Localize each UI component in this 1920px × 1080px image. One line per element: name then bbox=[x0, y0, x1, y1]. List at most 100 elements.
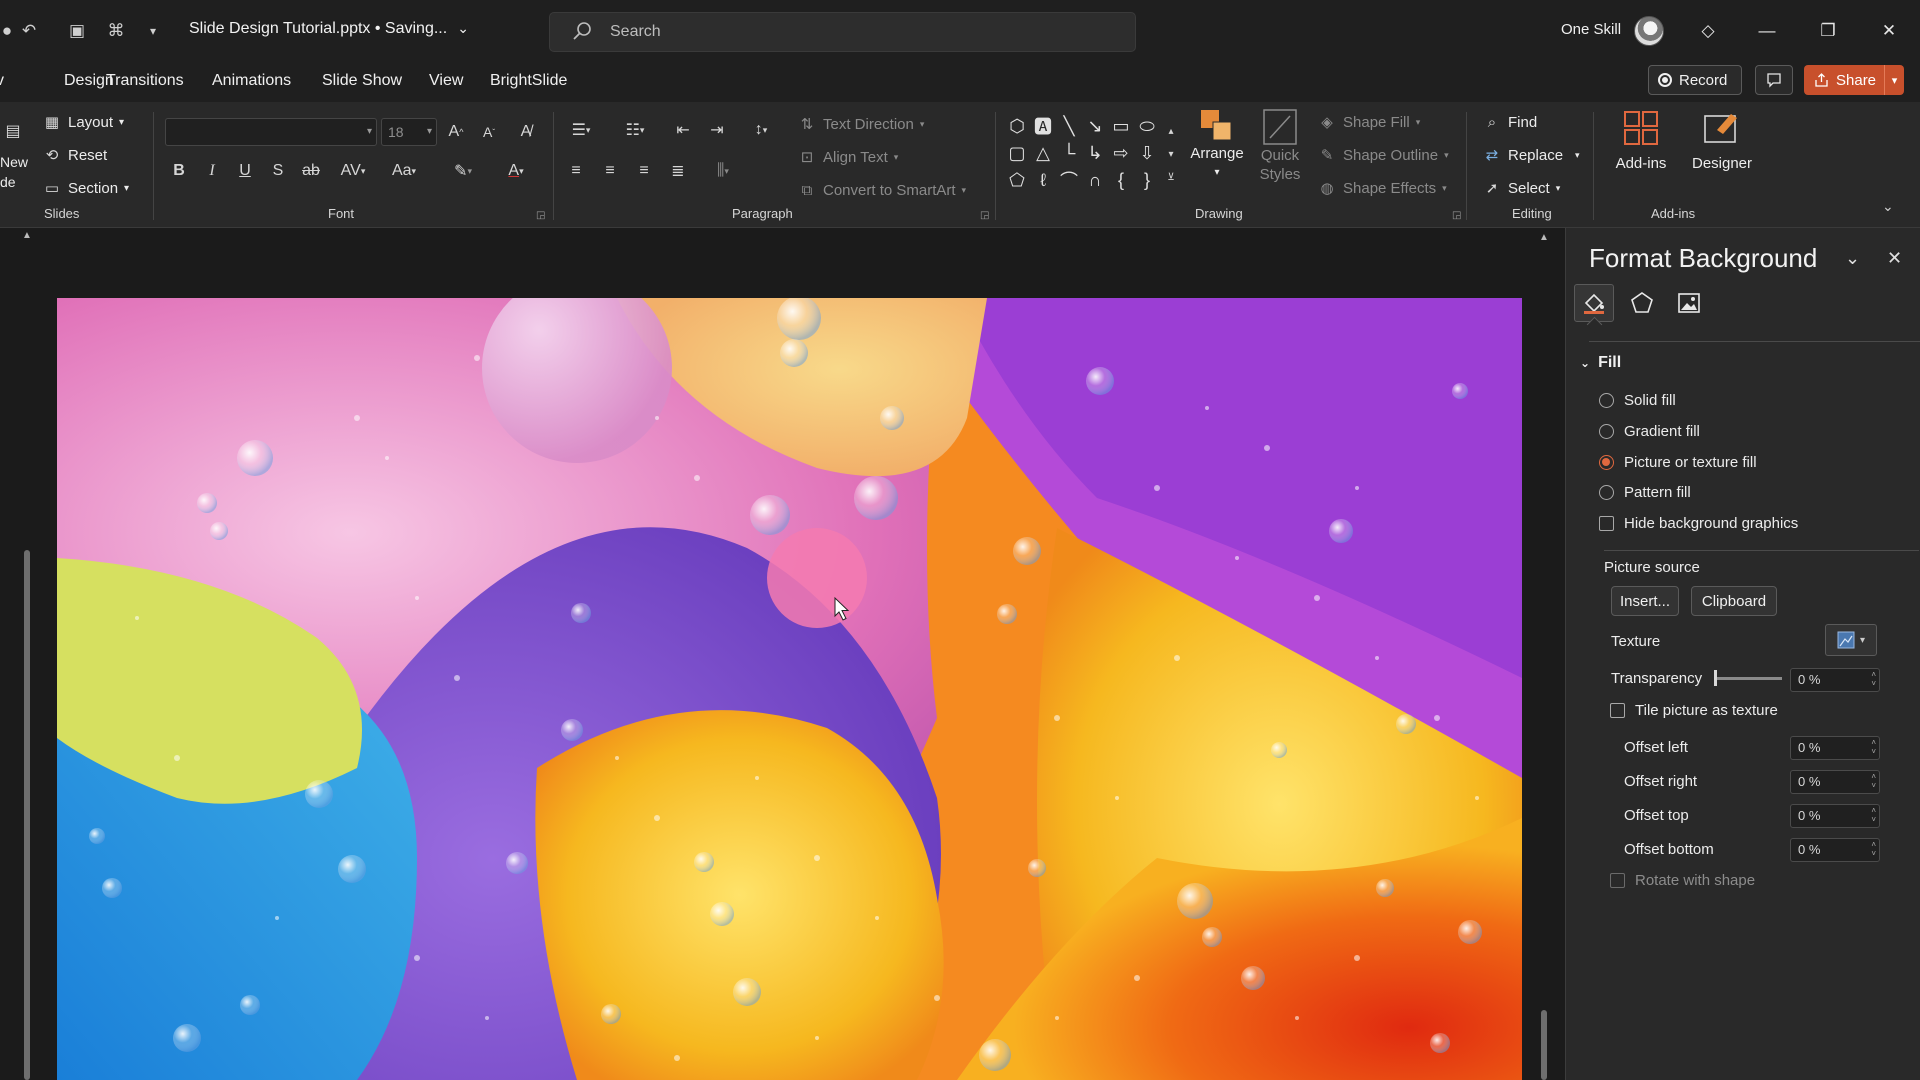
font-name-input[interactable]: ▾ bbox=[165, 118, 377, 146]
designer-button[interactable]: Designer bbox=[1686, 110, 1758, 173]
customize-qat-icon[interactable]: ▾ bbox=[140, 18, 166, 44]
freeform-shape-icon[interactable]: ⬠ bbox=[1005, 168, 1029, 192]
arrange-button[interactable]: Arrange ▾ bbox=[1188, 108, 1246, 182]
spinner-arrows-icon[interactable]: ˄ ˅ bbox=[1871, 840, 1876, 858]
arc-shape-icon[interactable]: ∩ bbox=[1083, 168, 1107, 192]
font-size-input[interactable]: 18 ▾ bbox=[381, 118, 437, 146]
offset-left-input[interactable]: 0 % ˄ ˅ bbox=[1790, 736, 1880, 760]
shape-outline-button[interactable]: ✎ Shape Outline ▾ bbox=[1317, 145, 1449, 165]
new-slide-icon[interactable]: ▤ bbox=[0, 116, 26, 146]
layout-button[interactable]: ▦ Layout ▾ bbox=[42, 112, 124, 132]
tab-animations[interactable]: Animations bbox=[212, 72, 291, 90]
spinner-arrows-icon[interactable]: ˄ ˅ bbox=[1871, 772, 1876, 790]
line-spacing-icon[interactable]: ↕ ▾ bbox=[743, 119, 779, 141]
picture-texture-fill-option[interactable]: Picture or texture fill bbox=[1599, 454, 1757, 471]
avatar[interactable] bbox=[1634, 16, 1664, 46]
scroll-thumb[interactable] bbox=[1541, 1010, 1547, 1080]
insert-button[interactable]: Insert... bbox=[1611, 586, 1679, 616]
right-scrollbar[interactable]: ▲ bbox=[1538, 230, 1550, 1080]
right-arrow-shape-icon[interactable]: ⇨ bbox=[1109, 141, 1133, 165]
shapes-gallery[interactable]: ⬡ 🅰 ╲ ↘ ▭ ⬭ ▢ △ └ ↳ ⇨ ⇩ ⬠ ℓ ⌒ ∩ { } bbox=[1005, 114, 1171, 196]
new-slide-label-2[interactable]: de bbox=[0, 174, 16, 190]
offset-top-input[interactable]: 0 % ˄ ˅ bbox=[1790, 804, 1880, 828]
radio-gradient-fill[interactable] bbox=[1599, 424, 1614, 439]
solid-fill-option[interactable]: Solid fill bbox=[1599, 392, 1676, 409]
underline-icon[interactable]: U bbox=[234, 160, 256, 182]
pattern-fill-option[interactable]: Pattern fill bbox=[1599, 484, 1691, 501]
transparency-input[interactable]: 0 % ˄ ˅ bbox=[1790, 668, 1880, 692]
document-title[interactable]: Slide Design Tutorial.pptx • Saving... ⌄ bbox=[189, 20, 469, 38]
find-button[interactable]: ⌕ Find bbox=[1482, 112, 1537, 132]
texture-dropdown[interactable]: ▾ bbox=[1825, 624, 1877, 656]
font-dialog-launcher-icon[interactable]: ◲ bbox=[536, 210, 545, 221]
select-button[interactable]: ➚ Select ▾ bbox=[1482, 178, 1561, 198]
minimize-icon[interactable]: — bbox=[1752, 16, 1782, 46]
tab-transitions[interactable]: Transitions bbox=[106, 72, 184, 90]
pane-options-chevron-icon[interactable]: ⌄ bbox=[1845, 248, 1860, 269]
down-arrow-shape-icon[interactable]: ⇩ bbox=[1135, 141, 1159, 165]
align-text-button[interactable]: ⊡ Align Text ▾ bbox=[797, 147, 899, 167]
font-color-icon[interactable]: A ▾ bbox=[497, 160, 535, 182]
left-scrollbar[interactable]: ▲ bbox=[22, 230, 32, 1080]
right-brace-shape-icon[interactable]: } bbox=[1135, 168, 1159, 192]
tab-view[interactable]: View bbox=[429, 72, 463, 90]
section-button[interactable]: ▭ Section ▾ bbox=[42, 178, 129, 198]
quick-access-icon[interactable]: ▣ bbox=[64, 18, 90, 44]
effects-tab[interactable] bbox=[1622, 284, 1662, 322]
touch-mode-icon[interactable]: ⌘ bbox=[103, 18, 129, 44]
curve-shape-icon[interactable]: ⌒ bbox=[1057, 168, 1081, 192]
comments-button[interactable] bbox=[1755, 65, 1793, 95]
radio-pattern-fill[interactable] bbox=[1599, 485, 1614, 500]
reset-button[interactable]: ⟲ Reset bbox=[42, 145, 107, 165]
pane-close-icon[interactable]: ✕ bbox=[1887, 248, 1902, 269]
checkbox-tile-picture[interactable] bbox=[1610, 703, 1625, 718]
spinner-arrows-icon[interactable]: ˄ ˅ bbox=[1871, 670, 1876, 688]
numbering-icon[interactable]: ☷ ▾ bbox=[617, 119, 653, 141]
diamond-icon[interactable]: ◇ bbox=[1693, 16, 1723, 46]
clipboard-button[interactable]: Clipboard bbox=[1691, 586, 1777, 616]
highlight-icon[interactable]: ✎ ▾ bbox=[444, 160, 482, 182]
fill-tab[interactable] bbox=[1574, 284, 1614, 322]
text-direction-button[interactable]: ⇅ Text Direction ▾ bbox=[797, 114, 925, 134]
gradient-fill-option[interactable]: Gradient fill bbox=[1599, 423, 1700, 440]
convert-smartart-button[interactable]: ⧉ Convert to SmartArt ▾ bbox=[797, 180, 966, 200]
triangle-shape-icon[interactable]: △ bbox=[1031, 141, 1055, 165]
align-right-icon[interactable]: ≡ bbox=[633, 160, 655, 182]
search-box[interactable]: Search bbox=[549, 12, 1136, 52]
elbow-arrow-shape-icon[interactable]: ↳ bbox=[1083, 141, 1107, 165]
slider-knob[interactable] bbox=[1714, 670, 1717, 686]
shape-effects-button[interactable]: ◍ Shape Effects ▾ bbox=[1317, 178, 1446, 198]
fill-section-header[interactable]: ⌄ Fill bbox=[1580, 354, 1621, 372]
bullets-icon[interactable]: ☰ ▾ bbox=[563, 119, 599, 141]
new-slide-label-1[interactable]: New bbox=[0, 154, 28, 170]
drawing-dialog-launcher-icon[interactable]: ◲ bbox=[1452, 210, 1461, 221]
restore-icon[interactable]: ❐ bbox=[1813, 16, 1843, 46]
arrow-line-shape-icon[interactable]: ↘ bbox=[1083, 114, 1107, 138]
clear-formatting-icon[interactable]: A̸ bbox=[515, 121, 537, 143]
add-ins-button[interactable]: Add-ins bbox=[1607, 110, 1675, 173]
collapse-ribbon-icon[interactable]: ⌄ bbox=[1882, 198, 1894, 215]
replace-button[interactable]: ⇄ Replace ▾ bbox=[1482, 145, 1580, 165]
rectangle-shape-icon[interactable]: ▭ bbox=[1109, 114, 1133, 138]
align-left-icon[interactable]: ≡ bbox=[565, 160, 587, 182]
textbox-shape-icon[interactable]: 🅰 bbox=[1031, 114, 1055, 138]
record-button[interactable]: Record bbox=[1648, 65, 1742, 95]
tab-view-partial[interactable]: v bbox=[0, 72, 4, 90]
decrease-indent-icon[interactable]: ⇤ bbox=[672, 119, 694, 141]
oval-shape-icon[interactable]: ⬭ bbox=[1135, 114, 1159, 138]
share-dropdown-icon[interactable]: ▾ bbox=[1884, 65, 1904, 95]
shape-fill-button[interactable]: ◈ Shape Fill ▾ bbox=[1317, 112, 1420, 132]
increase-font-icon[interactable]: A ^ bbox=[445, 121, 467, 143]
quick-styles-button[interactable]: Quick Styles bbox=[1251, 108, 1309, 184]
strikethrough-icon[interactable]: ab bbox=[300, 160, 322, 182]
undo-icon[interactable]: ↶ bbox=[16, 18, 42, 44]
transparency-slider[interactable] bbox=[1714, 670, 1782, 686]
scribble-shape-icon[interactable]: ℓ bbox=[1031, 168, 1055, 192]
paragraph-dialog-launcher-icon[interactable]: ◲ bbox=[980, 210, 989, 221]
offset-right-input[interactable]: 0 % ˄ ˅ bbox=[1790, 770, 1880, 794]
scroll-thumb[interactable] bbox=[24, 550, 30, 1080]
share-button[interactable]: Share ▾ bbox=[1804, 65, 1904, 95]
spinner-arrows-icon[interactable]: ˄ ˅ bbox=[1871, 738, 1876, 756]
left-brace-shape-icon[interactable]: { bbox=[1109, 168, 1133, 192]
change-case-icon[interactable]: Aa ▾ bbox=[385, 160, 423, 182]
